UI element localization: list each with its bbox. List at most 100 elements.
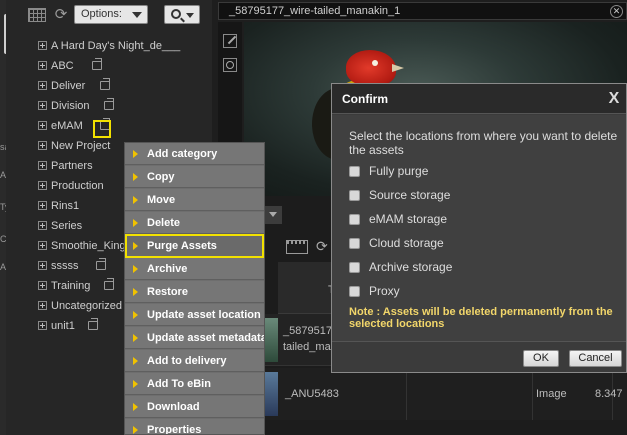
menu-item-label: Purge Assets (147, 240, 217, 252)
dialog-body: Select the locations from where you want… (332, 115, 626, 341)
close-icon[interactable]: X (606, 90, 622, 108)
asset-type: Image (536, 388, 567, 400)
dialog-titlebar[interactable]: Confirm X (332, 84, 626, 114)
option-label: Archive storage (369, 260, 453, 274)
menu-item-label: Copy (147, 171, 175, 183)
menu-item-label: Delete (147, 217, 181, 229)
menu-item-move[interactable]: Move (125, 189, 264, 211)
option-label: Fully purge (369, 164, 429, 178)
checkbox[interactable] (349, 262, 360, 273)
chevron-down-icon (186, 13, 194, 18)
checkbox[interactable] (349, 286, 360, 297)
checkbox[interactable] (349, 166, 360, 177)
bird-beak (392, 64, 404, 72)
link-icon (104, 98, 114, 110)
expand-icon[interactable] (38, 81, 47, 90)
edit-icon[interactable] (223, 34, 237, 48)
expand-icon[interactable] (38, 281, 47, 290)
expand-icon[interactable] (38, 261, 47, 270)
expand-icon[interactable] (38, 121, 47, 130)
expand-icon[interactable] (38, 161, 47, 170)
ok-button[interactable]: OK (523, 350, 559, 367)
close-icon[interactable]: ✕ (610, 5, 623, 18)
menu-item-label: Add category (147, 148, 218, 160)
search-button[interactable] (164, 5, 200, 24)
tree-item-label: Partners (51, 160, 93, 172)
menu-item-download[interactable]: Download (125, 396, 264, 418)
menu-item-update-asset-location[interactable]: Update asset location (125, 304, 264, 326)
menu-item-label: Update asset metadata (147, 332, 265, 344)
expand-icon[interactable] (38, 221, 47, 230)
menu-item-add-to-delivery[interactable]: Add to delivery (125, 350, 264, 372)
menu-item-properties[interactable]: Properties (125, 419, 264, 434)
menu-item-restore[interactable]: Restore (125, 281, 264, 303)
tree-toolbar: ⟳ Options: (6, 0, 212, 30)
tree-item-label: Smoothie_King (51, 240, 126, 252)
menu-arrow-icon (133, 150, 138, 158)
menu-arrow-icon (133, 311, 138, 319)
expand-icon[interactable] (38, 241, 47, 250)
options-label: Options: (81, 8, 122, 20)
panel-dropdown-button[interactable] (264, 206, 282, 224)
tree-item-label: Division (51, 100, 90, 112)
preview-header: _58795177_wire-tailed_manakin_1 ✕ (218, 2, 627, 20)
menu-arrow-icon (133, 426, 138, 434)
expand-icon[interactable] (38, 181, 47, 190)
asset-name: _ANU5483 (285, 388, 339, 400)
refresh-icon[interactable]: ⟳ (53, 7, 69, 23)
checkbox[interactable] (349, 238, 360, 249)
expand-icon[interactable] (38, 201, 47, 210)
menu-item-label: Add To eBin (147, 378, 211, 390)
dialog-title: Confirm (342, 92, 388, 106)
checkbox[interactable] (349, 190, 360, 201)
dialog-intro: Select the locations from where you want… (349, 129, 618, 157)
tree-item-label: Deliver (51, 80, 86, 92)
bird-head (346, 50, 396, 86)
menu-item-delete[interactable]: Delete (125, 212, 264, 234)
confirm-dialog: Confirm X Select the locations from wher… (331, 83, 627, 373)
refresh-icon[interactable]: ⟳ (316, 238, 332, 254)
asset-name-sub: tailed_man (283, 341, 337, 353)
menu-arrow-icon (133, 219, 138, 227)
menu-arrow-icon (133, 288, 138, 296)
column-divider (406, 368, 407, 420)
cancel-button[interactable]: Cancel (569, 350, 622, 367)
tree-item-label: Training (51, 280, 91, 292)
expand-icon[interactable] (38, 61, 47, 70)
menu-arrow-icon (133, 196, 138, 204)
tree-item-label: Rins1 (51, 200, 80, 212)
option-label: Cloud storage (369, 236, 444, 250)
asset-thumbnail[interactable] (264, 318, 278, 362)
asset-thumbnail[interactable] (264, 372, 278, 416)
expand-icon[interactable] (38, 101, 47, 110)
link-icon (96, 258, 106, 270)
option-label: eMAM storage (369, 212, 448, 226)
zoom-icon[interactable] (223, 58, 237, 72)
asset-name: _58795177 (283, 325, 339, 337)
option-label: Proxy (369, 284, 400, 298)
tree-item-label: ABC (51, 60, 74, 72)
menu-arrow-icon (133, 173, 138, 181)
option-label: Source storage (369, 188, 451, 202)
menu-item-add-to-ebin[interactable]: Add To eBin (125, 373, 264, 395)
menu-item-add-category[interactable]: Add category (125, 143, 264, 165)
link-icon (88, 318, 98, 330)
menu-arrow-icon (133, 334, 138, 342)
expand-icon[interactable] (38, 321, 47, 330)
menu-item-purge-assets[interactable]: Purge Assets (125, 234, 264, 258)
checkbox[interactable] (349, 214, 360, 225)
expand-icon[interactable] (38, 41, 47, 50)
asset-size: 8.347 (595, 388, 623, 400)
expand-icon[interactable] (38, 301, 47, 310)
menu-item-copy[interactable]: Copy (125, 166, 264, 188)
grid-view-icon[interactable] (28, 8, 46, 22)
options-dropdown[interactable]: Options: (74, 5, 148, 24)
expand-icon[interactable] (38, 141, 47, 150)
link-icon (100, 78, 110, 90)
menu-arrow-icon (133, 403, 138, 411)
filmstrip-icon[interactable] (286, 240, 308, 254)
tree-item-label: sssss (51, 260, 79, 272)
menu-item-archive[interactable]: Archive (125, 258, 264, 280)
tree-item-label: New Project (51, 140, 111, 152)
menu-item-update-asset-metadata[interactable]: Update asset metadata (125, 327, 264, 349)
